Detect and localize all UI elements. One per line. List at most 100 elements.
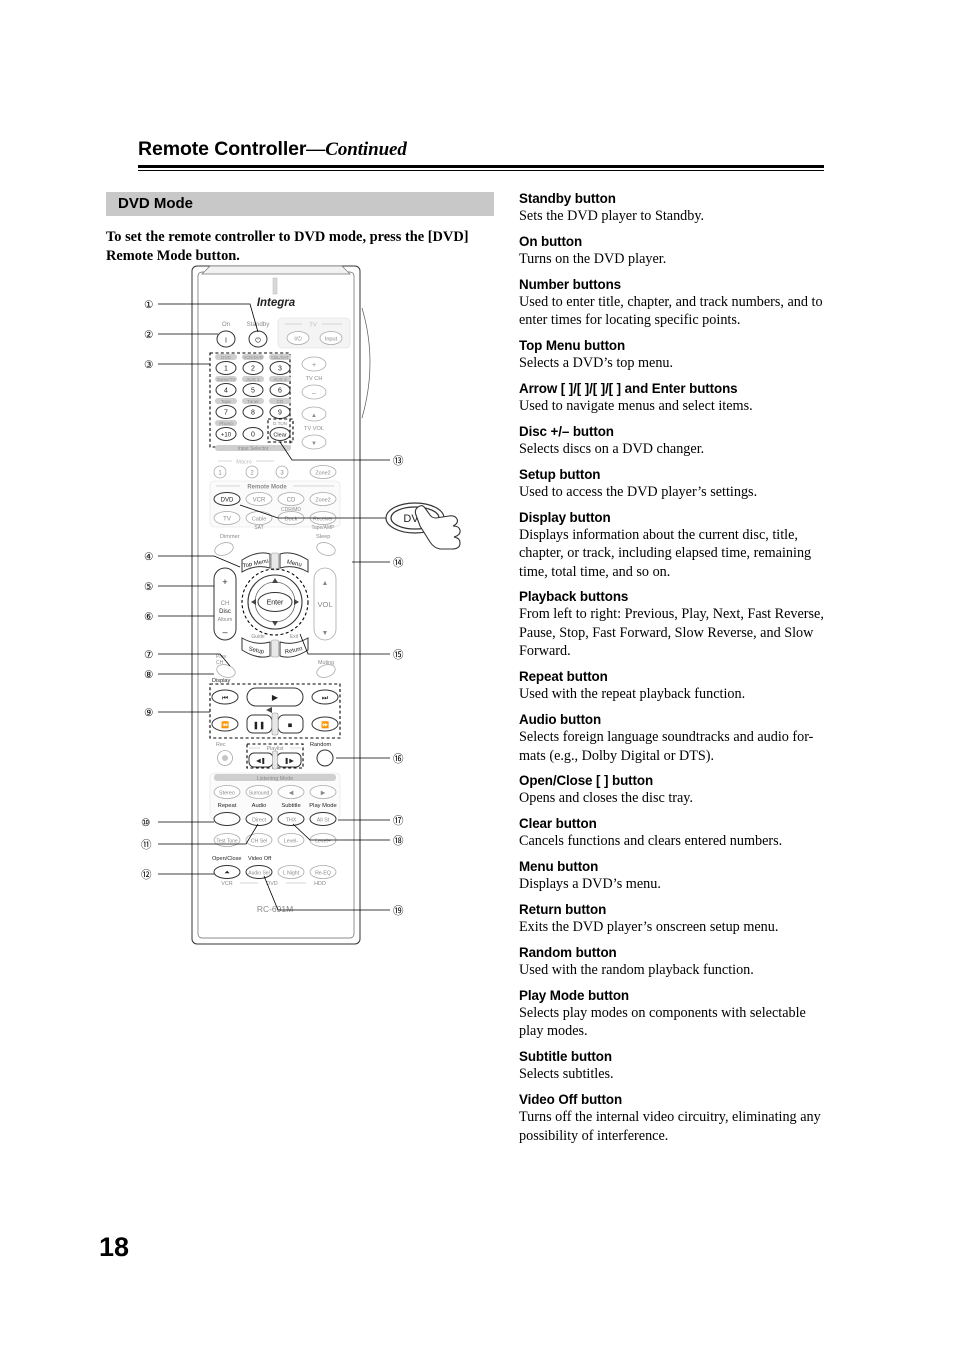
svg-text:Input Selector: Input Selector [238, 446, 269, 452]
svg-text:Direct: Direct [252, 817, 267, 823]
callout-numbers-left: ① ② ③ ④ ⑤ ⑥ ⑦ ⑧ ⑨ ⑩ ⑪ ⑫ [141, 299, 154, 881]
svg-text:5: 5 [251, 388, 255, 395]
album-label: Album [218, 617, 233, 623]
svg-text:Stereo: Stereo [219, 790, 235, 796]
svg-text:VCR/DVR: VCR/DVR [243, 355, 262, 360]
callout-16: ⑯ [393, 753, 404, 765]
section-heading-dvd-mode: DVD Mode [106, 192, 494, 216]
description-body: Used with the repeat playback function. [519, 686, 746, 703]
description-title: Top Menu button [519, 338, 626, 354]
svg-text:Surround: Surround [249, 790, 270, 796]
description-title: Open/Close [ ] button [519, 773, 654, 789]
description-title: Audio button [519, 712, 602, 728]
description-entry: Video Off button Turns off the internal v… [519, 1091, 825, 1145]
svg-text:CD: CD [277, 399, 284, 404]
eject-icon: ⏶ [224, 870, 230, 877]
description-title: Menu button [519, 859, 599, 875]
description-body: Sets the DVD player to Standby. [519, 208, 705, 224]
listening-mode-panel: Listening Mode Stereo Surround ◀ ▶ Repea… [209, 772, 341, 826]
audio-label: Audio [252, 803, 267, 809]
slow-reverse-icon: ◀❚ [256, 758, 266, 765]
page-title-main: Remote Controller [138, 138, 307, 160]
fast-forward-icon: ⏩ [321, 721, 329, 729]
description-entry: Audio button Selects foreign language sou… [519, 711, 825, 765]
setup-divider [271, 639, 279, 658]
next-icon: ⏭ [322, 695, 329, 702]
description-title: Subtitle button [519, 1049, 612, 1065]
header-rule-thick [138, 165, 824, 168]
dvd-callout-illustration: DVD [385, 502, 461, 550]
svg-text:▼: ▼ [322, 630, 329, 637]
ch-label: CH [221, 601, 230, 607]
svg-text:+10: +10 [221, 433, 232, 439]
repeat-label: Repeat [218, 803, 237, 809]
description-entry: Return button Exits the DVD player’s onsc… [519, 901, 825, 936]
svg-text:7: 7 [224, 410, 228, 417]
sleep-label: Sleep [316, 534, 330, 540]
svg-text:2: 2 [251, 366, 255, 373]
svg-text:Re-EQ: Re-EQ [315, 870, 331, 876]
description-body: Selects a DVD’s top menu. [519, 355, 674, 372]
remote-mode-label: Remote Mode [247, 485, 287, 491]
description-entry: Top Menu button Selects a DVD’s top menu. [519, 337, 825, 372]
tv-group-label: TV [309, 323, 317, 329]
svg-text:All St: All St [317, 817, 330, 823]
callout-10: ⑩ [141, 817, 151, 829]
svg-text:1: 1 [224, 366, 228, 373]
description-entry: Number buttons Used to enter title, chapt… [519, 276, 825, 330]
callout-6: ⑥ [144, 611, 154, 623]
svg-text:Test Tone: Test Tone [216, 838, 238, 844]
callout-3: ③ [144, 359, 154, 371]
svg-text:▲: ▲ [322, 580, 329, 587]
description-body: Selects subtitles. [519, 1066, 614, 1083]
description-title: Playback buttons [519, 589, 629, 605]
description-title: Repeat button [519, 669, 608, 685]
callout-12: ⑫ [141, 869, 152, 881]
svg-text:CBL/SAT: CBL/SAT [271, 355, 289, 360]
description-body: Selects play modes on components with se… [519, 1004, 806, 1040]
random-button[interactable] [316, 749, 334, 767]
left-column: DVD Mode To set the remote controller to… [106, 192, 494, 265]
description-title: Return button [519, 902, 607, 918]
description-body: Selects discs on a DVD changer. [519, 440, 705, 457]
svg-text:+: + [312, 362, 316, 369]
description-body: Displays information about the current d… [519, 526, 812, 580]
description-entry: Arrow [ ]/[ ]/[ ]/[ ] and Enter buttons U… [519, 380, 825, 415]
callout-19: ⑲ [393, 905, 404, 917]
svg-text:SAT: SAT [254, 525, 263, 531]
svg-text:DVD: DVD [221, 497, 234, 503]
svg-text:–: – [312, 390, 316, 397]
callout-1: ① [144, 299, 154, 311]
description-title: Standby button [519, 191, 616, 206]
description-body: From left to right: Previous, Play, Next… [519, 606, 824, 660]
svg-text:Enter: Enter [267, 600, 284, 607]
svg-text:Level+: Level+ [315, 838, 330, 844]
description-body: Cancels functions and clears entered num… [519, 833, 783, 850]
svg-text:Cable: Cable [252, 516, 267, 522]
svg-text:DVD: DVD [221, 355, 231, 360]
description-entry: Repeat button Used with the repeat playba… [519, 668, 825, 703]
svg-text:Guide: Guide [251, 634, 265, 640]
svg-text:Dock: Dock [285, 516, 298, 522]
remote-controller-figure: .ln{stroke:#000;stroke-width:0.8;fill:no… [130, 262, 470, 945]
dimmer-label: Dimmer [220, 534, 240, 540]
repeat-button[interactable] [213, 812, 241, 826]
svg-text:3: 3 [278, 366, 282, 373]
svg-text:Clear: Clear [273, 432, 287, 438]
description-title: Setup button [519, 466, 601, 482]
page-number: 18 [99, 1232, 130, 1262]
description-title: On button [519, 233, 583, 249]
svg-text:AUX 2: AUX 2 [273, 377, 287, 382]
svg-text:Receiver: Receiver [313, 516, 333, 522]
random-label: Random [310, 742, 331, 748]
disc-control-column: + CH Disc Album – [213, 567, 237, 641]
svg-text:Audio Sel: Audio Sel [248, 870, 269, 876]
description-body: Turns off the internal video circuitry, … [519, 1109, 821, 1144]
callout-11: ⑪ [141, 839, 152, 851]
macro-label: Macro [236, 460, 252, 466]
tv-group: TV I/⏻ Input [277, 317, 351, 349]
remote-mode-group: Remote Mode DVD VCR CD CDR/MD Zone2 TV C… [209, 480, 341, 531]
play-mode-label: Play Mode [309, 803, 336, 809]
description-body: Used to enter title, chapter, and track … [519, 293, 823, 329]
description-title: Video Off button [519, 1092, 623, 1108]
